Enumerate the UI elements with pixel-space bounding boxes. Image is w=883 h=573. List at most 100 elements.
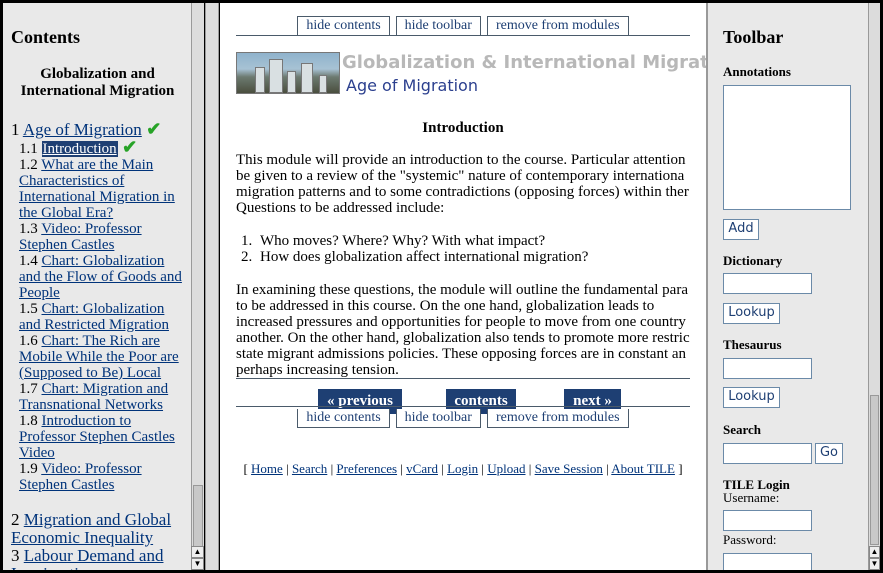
toc-item[interactable]: 1.4 Chart: Globalization and the Flow of…: [11, 253, 188, 301]
footer-links: [ Home | Search | Preferences | vCard | …: [243, 461, 683, 476]
question-item: Who moves? Where? Why? With what impact?: [256, 233, 706, 249]
footer-link[interactable]: Preferences: [336, 461, 397, 476]
city-skyline-image: [236, 52, 340, 94]
text-line: Questions to be addressed include:: [236, 200, 445, 216]
toolbar-pane: Toolbar Annotations Add Dictionary Looku…: [708, 3, 868, 570]
toc-item[interactable]: 1.1 Introduction ✔: [11, 137, 188, 157]
scroll-up-arrow-icon[interactable]: ▲: [869, 546, 880, 558]
toc-link[interactable]: Labour Demand and Immigration: [11, 546, 163, 571]
toc-item[interactable]: 1.3 Video: Professor Stephen Castles: [11, 221, 188, 253]
scroll-down-arrow-icon[interactable]: ▼: [869, 558, 880, 570]
page-heading: Introduction: [422, 120, 504, 136]
toc-number: 1.6: [19, 333, 42, 349]
dictionary-lookup-button[interactable]: Lookup: [723, 303, 780, 324]
hide-toolbar-button[interactable]: hide toolbar: [395, 409, 481, 428]
hide-contents-button[interactable]: hide contents: [297, 409, 390, 428]
toolbar-scrollbar[interactable]: ▲ ▼: [868, 3, 880, 570]
toc-number: 1.5: [19, 301, 42, 317]
toc-item[interactable]: 1.7 Chart: Migration and Transnational N…: [11, 381, 188, 413]
toc-number: 1.7: [19, 381, 42, 397]
toc-link[interactable]: Chart: The Rich are Mobile While the Poo…: [19, 333, 179, 381]
footer-link[interactable]: vCard: [406, 461, 438, 476]
module-toolbar-top: hide contents hide toolbar remove from mod…: [236, 16, 690, 36]
toc-item[interactable]: 1.5 Chart: Globalization and Restricted …: [11, 301, 188, 333]
add-button[interactable]: Add: [723, 219, 759, 240]
toc-number: 3: [11, 546, 24, 565]
content-pane: hide contents hide toolbar remove from mod…: [220, 3, 706, 570]
toc-number: 1.2: [19, 157, 42, 173]
toc-link[interactable]: Chart: Globalization and the Flow of Goo…: [19, 253, 182, 301]
toc-item[interactable]: 2 Migration and Global Economic Inequali…: [11, 511, 188, 547]
intro-paragraph: This module will provide an introduction…: [236, 152, 706, 216]
module-toolbar-bottom: hide contents hide toolbar remove from mod…: [236, 406, 690, 428]
scroll-thumb[interactable]: [870, 395, 879, 545]
toc-link[interactable]: Introduction: [41, 141, 118, 157]
table-of-contents: 1 Age of Migration ✔ 1.1 Introduction ✔ 1.…: [11, 120, 188, 570]
toc-number: 1.4: [19, 253, 42, 269]
remove-from-modules-button[interactable]: remove from modules: [486, 16, 629, 35]
thesaurus-lookup-button[interactable]: Lookup: [723, 387, 780, 408]
toc-number: 1.1: [19, 141, 42, 157]
examining-paragraph: In examining these questions, the module…: [236, 282, 706, 378]
text-line: In examining these questions, the module…: [236, 282, 688, 298]
footer-link[interactable]: Login: [447, 461, 478, 476]
text-line: perhaps increasing tension.: [236, 362, 399, 378]
text-line: state migrant admissions policies. These…: [236, 346, 687, 362]
checkmark-icon: ✔: [117, 137, 138, 157]
toc-number: 1: [11, 120, 23, 139]
password-label: Password:: [723, 532, 777, 547]
toc-item[interactable]: 1.8 Introduction to Professor Stephen Ca…: [11, 413, 188, 461]
banner-title: Globalization & International Migrat: [342, 52, 706, 73]
checkmark-icon: ✔: [141, 119, 162, 139]
text-line: another. On the other hand, globalizatio…: [236, 330, 690, 346]
toc-item[interactable]: 1.9 Video: Professor Stephen Castles: [11, 461, 188, 493]
dictionary-label: Dictionary: [723, 253, 783, 268]
footer-link[interactable]: About TILE: [611, 461, 675, 476]
hide-toolbar-button[interactable]: hide toolbar: [395, 16, 481, 35]
toc-item[interactable]: 1 Age of Migration ✔: [11, 120, 188, 139]
toolbar-heading: Toolbar: [723, 27, 784, 47]
toc-number: 2: [11, 510, 24, 529]
module-body: This module will provide an introduction…: [236, 152, 706, 378]
toc-item[interactable]: 1.6 Chart: The Rich are Mobile While the…: [11, 333, 188, 381]
toc-item[interactable]: 1.2 What are the Main Characteristics of…: [11, 157, 188, 221]
toc-link[interactable]: Chart: Migration and Transnational Netwo…: [19, 381, 168, 413]
toc-link[interactable]: Introduction to Professor Stephen Castle…: [19, 413, 175, 461]
go-button[interactable]: Go: [815, 443, 843, 464]
search-input[interactable]: [723, 443, 812, 464]
hide-contents-button[interactable]: hide contents: [297, 16, 390, 35]
search-label: Search: [723, 422, 762, 437]
toc-link[interactable]: Migration and Global Economic Inequality: [11, 510, 171, 547]
toc-number: 1.9: [19, 461, 42, 477]
toc-link[interactable]: Chart: Globalization and Restricted Migr…: [19, 301, 169, 333]
banner-subtitle: Age of Migration: [346, 76, 478, 95]
toc-number: 1.8: [19, 413, 42, 429]
scroll-up-arrow-icon[interactable]: ▲: [191, 546, 204, 558]
contents-pane: Contents Globalization and International…: [3, 3, 204, 570]
remove-from-modules-button[interactable]: remove from modules: [486, 409, 629, 428]
annotations-textarea[interactable]: [723, 85, 851, 210]
scroll-thumb[interactable]: [193, 485, 203, 547]
annotations-label: Annotations: [723, 64, 791, 79]
toc-number: 1.3: [19, 221, 42, 237]
username-label: Username:: [723, 490, 780, 505]
course-banner: Globalization & International Migrat Age…: [236, 52, 706, 96]
toc-link[interactable]: What are the Main Characteristics of Int…: [19, 157, 175, 221]
footer-link[interactable]: Save Session: [535, 461, 603, 476]
footer-link[interactable]: Upload: [487, 461, 525, 476]
password-input[interactable]: [723, 553, 812, 570]
scroll-down-arrow-icon[interactable]: ▼: [191, 558, 204, 570]
toc-item[interactable]: 3 Labour Demand and Immigration: [11, 546, 188, 571]
thesaurus-label: Thesaurus: [723, 337, 782, 352]
username-input[interactable]: [723, 510, 812, 531]
footer-link[interactable]: Home: [251, 461, 283, 476]
dictionary-input[interactable]: [723, 273, 812, 294]
text-line: increased pressures and opportunities fo…: [236, 314, 686, 330]
footer-link[interactable]: Search: [292, 461, 327, 476]
left-splitter[interactable]: [205, 3, 219, 570]
text-line: be given to a review of the "systemic" n…: [236, 168, 685, 184]
contents-scrollbar[interactable]: ▲ ▼: [191, 3, 204, 570]
thesaurus-input[interactable]: [723, 358, 812, 379]
text-line: to be addressed in this course. On the o…: [236, 298, 655, 314]
questions-list: Who moves? Where? Why? With what impact?…: [256, 233, 706, 265]
